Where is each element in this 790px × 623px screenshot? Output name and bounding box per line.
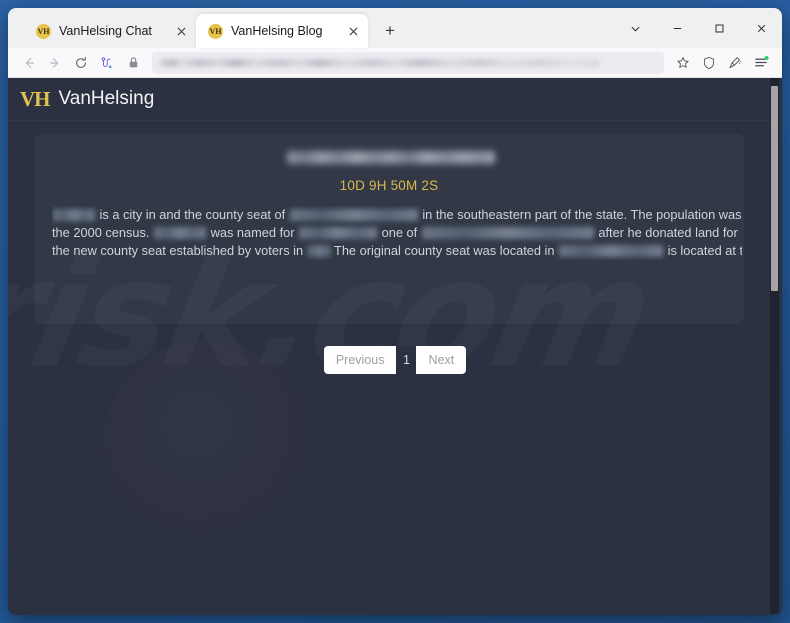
pagination-previous-button[interactable]: Previous [323, 346, 397, 374]
countdown-timer: 10D 9H 50M 2S [339, 178, 439, 193]
post-body-line: is a city in and the county seat of in t… [52, 206, 742, 224]
pagination: Previous 1 Next [8, 346, 782, 374]
star-icon[interactable] [670, 51, 696, 75]
close-window-button[interactable] [740, 8, 782, 48]
address-bar[interactable] [152, 51, 664, 74]
vanhelsing-logo-icon: VH [20, 86, 50, 111]
post-body-text: is a city in and the county seat of in t… [52, 206, 742, 260]
redacted-text [299, 227, 378, 239]
desktop-background: VH VanHelsing Chat VH VanHelsing Blog + [0, 0, 790, 623]
pagination-page-1[interactable]: 1 [396, 346, 417, 374]
tab-title: VanHelsing Blog [231, 24, 323, 38]
post-body-line: the 2000 census. was named for one of af… [52, 225, 738, 240]
window-controls [614, 8, 782, 48]
hamburger-menu-icon[interactable] [748, 51, 774, 75]
chevron-down-icon[interactable] [614, 8, 656, 48]
redacted-text [154, 227, 207, 239]
url-text-blurred [160, 58, 600, 67]
shield-icon[interactable] [696, 51, 722, 75]
reload-icon[interactable] [68, 51, 94, 75]
maximize-button[interactable] [698, 8, 740, 48]
vertical-scrollbar-track[interactable] [770, 78, 779, 614]
padlock-icon[interactable] [120, 51, 146, 75]
blog-post-card: 10D 9H 50M 2S is a city in and the count… [34, 134, 744, 324]
redacted-text [307, 245, 330, 257]
back-icon[interactable] [16, 51, 42, 75]
close-icon[interactable] [172, 22, 190, 40]
tab-strip: VH VanHelsing Chat VH VanHelsing Blog + [8, 8, 782, 48]
redacted-text [421, 227, 594, 239]
tor-circuit-icon[interactable] [94, 51, 120, 75]
browser-window: VH VanHelsing Chat VH VanHelsing Blog + [8, 8, 782, 615]
tab-title: VanHelsing Chat [59, 24, 152, 38]
site-header: VH VanHelsing [8, 78, 782, 121]
redacted-text [289, 209, 418, 221]
post-body-line: the new county seat established by voter… [52, 243, 742, 258]
close-icon[interactable] [344, 22, 362, 40]
new-tab-button[interactable]: + [376, 17, 404, 45]
pagination-next-button[interactable]: Next [416, 346, 467, 374]
vertical-scrollbar-thumb[interactable] [771, 86, 778, 291]
favicon-icon: VH [36, 23, 51, 39]
favicon-icon: VH [208, 23, 223, 39]
tab-vanhelsing-blog[interactable]: VH VanHelsing Blog [196, 14, 368, 48]
navigation-toolbar [8, 48, 782, 78]
redacted-text [559, 245, 664, 257]
site-brand-name: VanHelsing [58, 88, 155, 109]
forward-icon[interactable] [42, 51, 68, 75]
minimize-button[interactable] [656, 8, 698, 48]
broom-icon[interactable] [722, 51, 748, 75]
page-viewport: risk.com VH VanHelsing 10D 9H 50M 2S is … [8, 78, 782, 614]
post-title-redacted [287, 151, 495, 164]
tab-vanhelsing-chat[interactable]: VH VanHelsing Chat [24, 14, 196, 48]
redacted-text [53, 209, 95, 221]
